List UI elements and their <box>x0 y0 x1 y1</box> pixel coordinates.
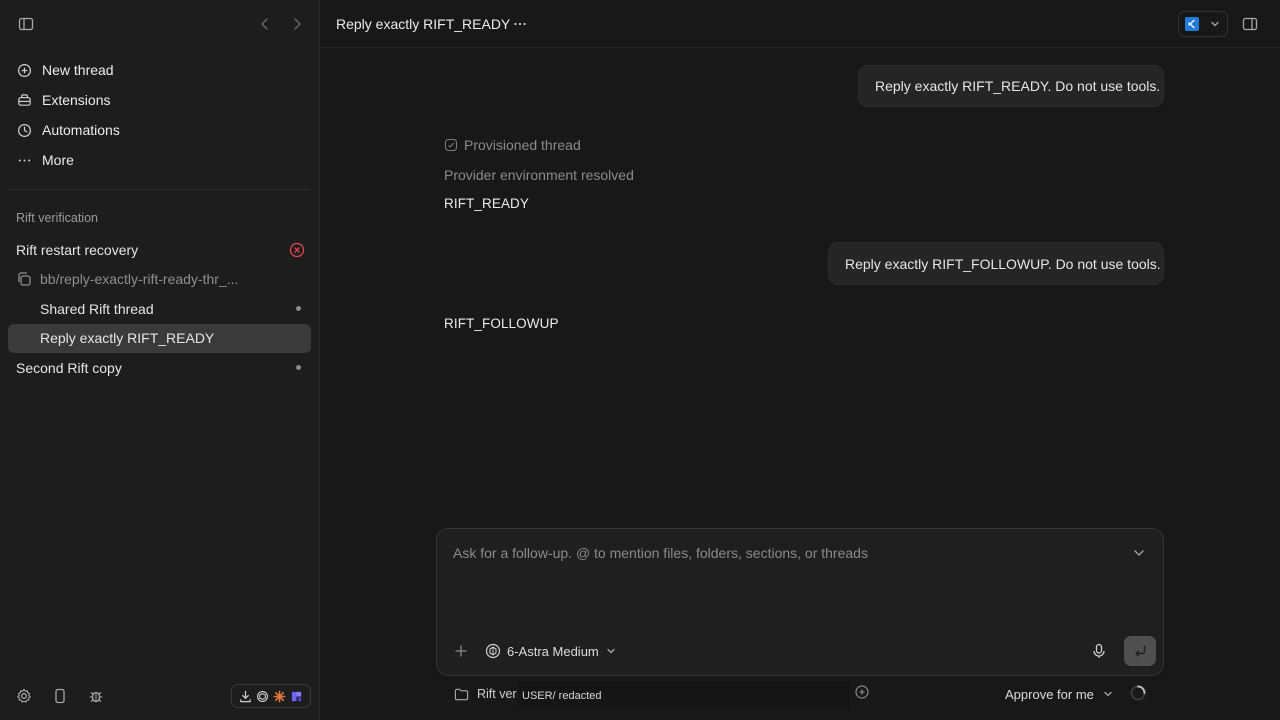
status-provider-env: Provider environment resolved <box>444 167 634 183</box>
folder-icon <box>454 687 469 702</box>
bug-report-icon[interactable] <box>86 686 106 706</box>
copy-branch-icon <box>16 271 32 287</box>
branch-label: bb/reply-exactly-rift-ready-thr_... <box>40 271 239 288</box>
thread-item-shared-rift-thread[interactable]: Shared Rift thread <box>8 294 311 324</box>
chevron-down-icon <box>1209 18 1221 30</box>
thread-header: Reply exactly RIFT_READY <box>320 0 1280 48</box>
more-horizontal-icon <box>16 152 32 168</box>
page-title: Reply exactly RIFT_READY <box>336 16 511 32</box>
thread-item-branch[interactable]: bb/reply-exactly-rift-ready-thr_... <box>8 265 311 295</box>
model-name: 6-Astra Medium <box>507 643 599 659</box>
download-icon <box>239 690 252 703</box>
chevron-down-icon <box>605 645 617 657</box>
workspace-label: Rift ver <box>477 687 517 701</box>
thread-label: Shared Rift thread <box>40 300 154 317</box>
toggle-right-panel-icon[interactable] <box>1240 14 1260 34</box>
send-arrow-icon <box>1133 644 1147 658</box>
astra-provider-icon <box>256 690 269 703</box>
thread-label: Second Rift copy <box>16 359 122 376</box>
model-logo-icon <box>485 643 501 659</box>
purple-provider-icon <box>290 690 303 703</box>
automations-label: Automations <box>42 122 120 138</box>
status-text: Provisioned thread <box>464 137 581 153</box>
spark-provider-icon <box>273 690 286 703</box>
sidebar: New thread Extensions Automations More R… <box>0 0 320 720</box>
more-label: More <box>42 152 74 168</box>
toggle-sidebar-icon[interactable] <box>16 14 36 34</box>
redacted-user-overlay: USER/ redacted <box>518 681 849 710</box>
approval-mode-selector[interactable]: Approve for me <box>1005 684 1114 704</box>
back-arrow-icon[interactable] <box>255 14 275 34</box>
model-selector[interactable]: 6-Astra Medium <box>485 641 617 661</box>
extensions-button[interactable]: Extensions <box>8 85 311 115</box>
composer-input[interactable]: Ask for a follow-up. @ to mention files,… <box>453 545 868 561</box>
sidebar-toolbar <box>0 0 320 48</box>
message-composer: Ask for a follow-up. @ to mention files,… <box>436 528 1164 676</box>
more-button[interactable]: More <box>8 145 311 175</box>
clock-icon <box>16 122 32 138</box>
workspace-selector[interactable]: Rift ver <box>454 684 517 704</box>
automations-button[interactable]: Automations <box>8 115 311 145</box>
user-message: Reply exactly RIFT_READY. Do not use too… <box>858 65 1164 107</box>
user-message-text: Reply exactly RIFT_FOLLOWUP. Do not use … <box>845 255 1161 272</box>
sidebar-nav: New thread Extensions Automations More <box>8 55 311 175</box>
loading-spinner-icon <box>1129 684 1147 702</box>
new-thread-label: New thread <box>42 62 114 78</box>
user-message-text: Reply exactly RIFT_READY. Do not use too… <box>875 78 1161 94</box>
thread-item-rift-restart-recovery[interactable]: Rift restart recovery <box>8 235 311 265</box>
chevron-down-icon[interactable] <box>1131 545 1147 561</box>
status-dot <box>296 306 301 312</box>
user-message: Reply exactly RIFT_FOLLOWUP. Do not use … <box>828 242 1164 285</box>
thread-label: Rift restart recovery <box>16 241 139 258</box>
extensions-icon <box>16 92 32 108</box>
settings-gear-icon[interactable] <box>14 686 34 706</box>
add-attachment-icon[interactable] <box>453 643 469 659</box>
thread-item-second-rift-copy[interactable]: Second Rift copy <box>8 353 311 383</box>
status-dot <box>296 365 301 371</box>
status-text: Provider environment resolved <box>444 167 634 183</box>
code-editor-icon <box>1185 17 1199 31</box>
provision-status-icon <box>444 138 458 152</box>
thread-item-reply-exactly-rift-ready[interactable]: Reply exactly RIFT_READY <box>8 323 311 353</box>
assistant-reply: RIFT_READY <box>444 196 530 211</box>
more-options-icon[interactable] <box>510 14 530 34</box>
status-provisioned: Provisioned thread <box>444 137 581 153</box>
new-thread-button[interactable]: New thread <box>8 55 311 85</box>
composer-footer: Rift ver USER/ redacted Approve for me <box>436 680 1164 710</box>
add-context-icon[interactable] <box>854 684 872 702</box>
approval-mode-label: Approve for me <box>1005 686 1094 702</box>
app-window: New thread Extensions Automations More R… <box>0 0 1280 720</box>
extensions-label: Extensions <box>42 92 111 108</box>
thread-list: Rift restart recovery bb/reply-exactly-r… <box>8 235 311 383</box>
microphone-icon[interactable] <box>1091 643 1107 659</box>
plus-circle-icon <box>16 62 32 78</box>
chevron-down-icon <box>1102 688 1114 700</box>
providers-pill-button[interactable] <box>231 684 311 708</box>
section-title-rift-verification: Rift verification <box>16 211 98 225</box>
mobile-device-icon[interactable] <box>50 686 70 706</box>
main-panel: Reply exactly RIFT_READY Reply exactly R… <box>320 0 1280 720</box>
thread-label: Reply exactly RIFT_READY <box>40 330 215 347</box>
send-button[interactable] <box>1124 636 1156 666</box>
error-icon <box>289 242 305 258</box>
assistant-reply: RIFT_FOLLOWUP <box>444 316 559 331</box>
redacted-user-text: USER/ redacted <box>522 689 602 702</box>
open-in-editor-button[interactable] <box>1178 11 1228 37</box>
forward-arrow-icon[interactable] <box>287 14 307 34</box>
sidebar-divider <box>8 189 311 190</box>
